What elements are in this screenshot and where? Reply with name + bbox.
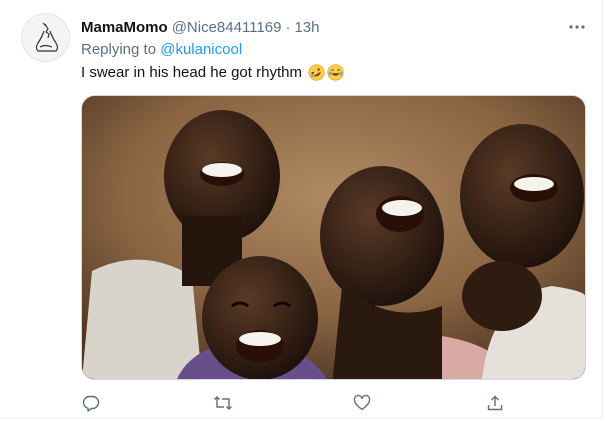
timestamp[interactable]: 13h <box>294 19 319 36</box>
tweet-card[interactable]: MamaMomo @Nice84411169 · 13h Replying to… <box>0 0 603 419</box>
share-icon[interactable] <box>484 392 506 414</box>
retweet-icon[interactable] <box>212 392 234 414</box>
photo-of-laughing-children <box>82 96 585 379</box>
tweet-actions <box>80 392 503 414</box>
replying-to-line: Replying to @kulanicool <box>81 41 242 58</box>
tweet-text: I swear in his head he got rhythm <box>81 64 344 81</box>
avatar[interactable] <box>21 13 70 62</box>
tears-of-joy-emoji <box>327 64 344 81</box>
more-options-icon[interactable] <box>566 16 588 38</box>
replying-to-label: Replying to <box>81 41 157 58</box>
user-handle[interactable]: @Nice84411169 <box>172 19 282 36</box>
reply-icon[interactable] <box>80 392 102 414</box>
display-name[interactable]: MamaMomo <box>81 19 168 36</box>
separator-dot: · <box>285 18 291 36</box>
tweet-text-content: I swear in his head he got rhythm <box>81 64 302 81</box>
tweet-photo[interactable] <box>81 95 586 380</box>
replying-to-handle-link[interactable]: @kulanicool <box>160 41 242 58</box>
like-icon[interactable] <box>351 392 373 414</box>
rolling-on-floor-laughing-emoji <box>308 64 325 81</box>
tweet-header: MamaMomo @Nice84411169 · 13h <box>81 17 319 37</box>
